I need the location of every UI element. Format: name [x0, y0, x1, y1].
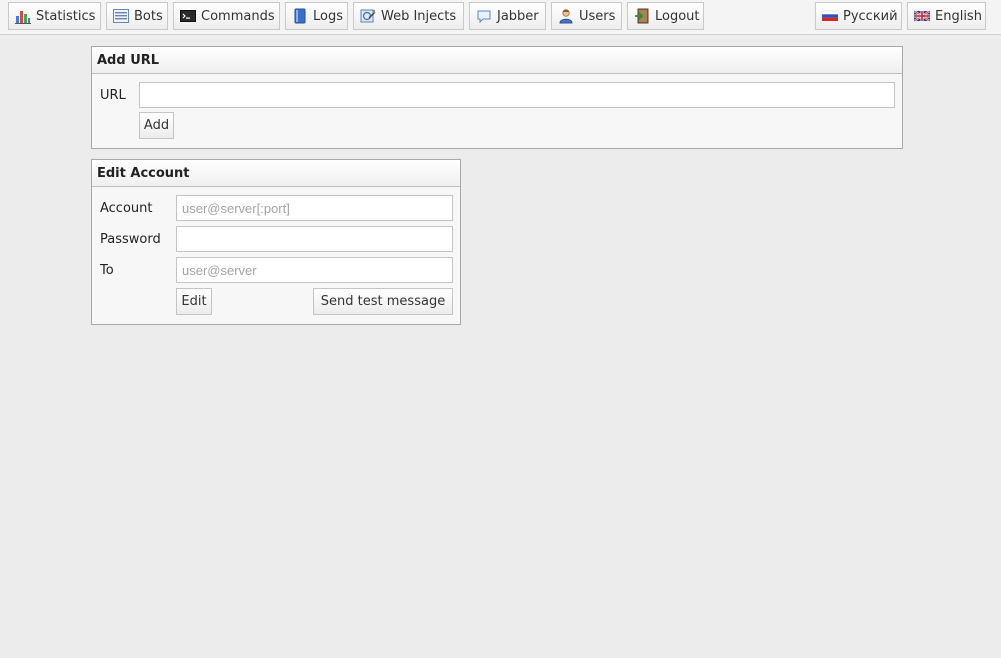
- to-input[interactable]: [176, 257, 453, 283]
- nav-users-label: Users: [579, 8, 616, 24]
- add-url-title: Add URL: [92, 47, 902, 74]
- to-label: To: [100, 263, 114, 278]
- nav-commands[interactable]: Commands: [173, 2, 280, 30]
- nav-logs-label: Logs: [313, 8, 343, 24]
- web-inject-icon: [360, 8, 376, 24]
- edit-button[interactable]: Edit: [176, 288, 212, 315]
- nav-jabber-label: Jabber: [497, 8, 539, 24]
- russia-flag-icon: [821, 8, 839, 24]
- nav-logs[interactable]: Logs: [285, 2, 348, 30]
- account-input[interactable]: [176, 195, 453, 221]
- nav-statistics-label: Statistics: [36, 8, 96, 24]
- nav-statistics[interactable]: Statistics: [8, 2, 101, 30]
- send-test-message-button[interactable]: Send test message: [313, 288, 453, 315]
- password-label: Password: [100, 232, 161, 247]
- chat-bubble-icon: [476, 8, 492, 24]
- nav-web-injects-label: Web Injects: [381, 8, 457, 24]
- language-russian-label: Русский: [843, 8, 898, 24]
- nav-users[interactable]: Users: [551, 2, 622, 30]
- list-icon: [113, 8, 129, 24]
- add-url-panel: Add URL URL Add: [91, 46, 903, 149]
- password-input[interactable]: [176, 226, 453, 252]
- bar-chart-icon: [15, 8, 31, 24]
- nav-commands-label: Commands: [201, 8, 275, 24]
- logout-icon: [634, 8, 650, 24]
- uk-flag-icon: [913, 8, 931, 24]
- add-button[interactable]: Add: [139, 112, 174, 139]
- top-navigation-bar: Statistics Bots Commands Logs Web Inject…: [0, 0, 1001, 35]
- edit-account-panel: Edit Account Account Password To Edit Se…: [91, 159, 461, 325]
- nav-web-injects[interactable]: Web Injects: [353, 2, 464, 30]
- language-russian[interactable]: Русский: [815, 2, 902, 30]
- edit-account-title: Edit Account: [92, 160, 460, 187]
- account-label: Account: [100, 201, 153, 216]
- url-label: URL: [100, 88, 126, 103]
- nav-bots-label: Bots: [134, 8, 163, 24]
- book-icon: [292, 8, 308, 24]
- language-english-label: English: [935, 8, 982, 24]
- url-input[interactable]: [139, 82, 895, 108]
- terminal-icon: [180, 8, 196, 24]
- nav-jabber[interactable]: Jabber: [469, 2, 546, 30]
- nav-logout-label: Logout: [655, 8, 700, 24]
- language-english[interactable]: English: [907, 2, 986, 30]
- nav-bots[interactable]: Bots: [106, 2, 168, 30]
- user-icon: [558, 8, 574, 24]
- nav-logout[interactable]: Logout: [627, 2, 704, 30]
